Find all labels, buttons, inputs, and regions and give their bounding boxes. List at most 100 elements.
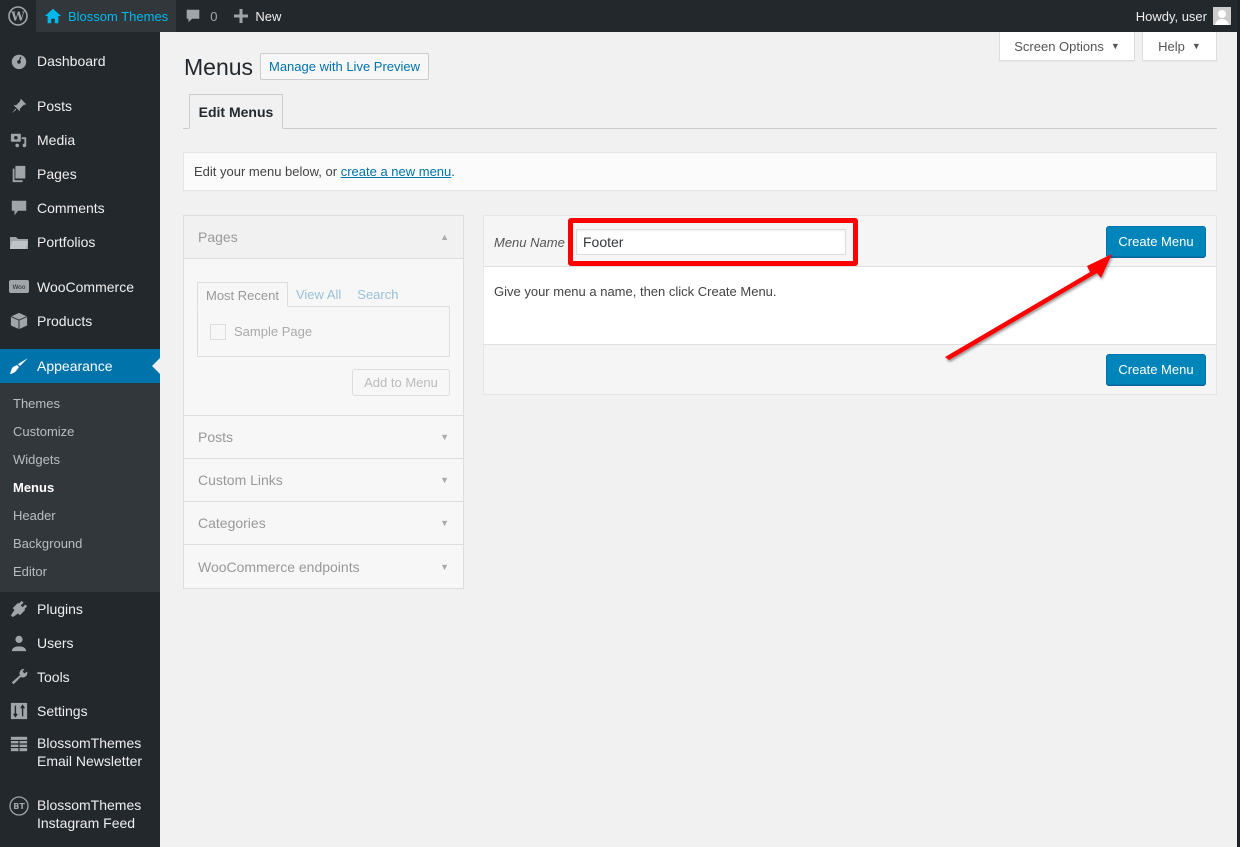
create-new-menu-link[interactable]: create a new menu: [341, 164, 452, 179]
caret-down-icon: ▼: [1191, 41, 1201, 51]
sidebar-label: WooCommerce: [37, 279, 134, 295]
accordion-title: Categories: [198, 515, 266, 531]
tab-most-recent[interactable]: Most Recent: [197, 282, 288, 307]
accordion-title: WooCommerce endpoints: [198, 558, 360, 575]
sidebar-item-email-newsletter[interactable]: BlossomThemes Email Newsletter: [0, 728, 160, 776]
sidebar-item-plugins[interactable]: Plugins: [0, 592, 160, 626]
menu-name-input[interactable]: [576, 229, 846, 255]
sidebar-item-users[interactable]: Users: [0, 626, 160, 660]
wordpress-logo-button[interactable]: W: [0, 0, 36, 32]
bt-icon: BT: [9, 796, 29, 816]
sidebar-label: Comments: [37, 200, 105, 216]
screen-options-button[interactable]: Screen Options ▼: [999, 32, 1135, 61]
menu-instructions: Give your menu a name, then click Create…: [494, 284, 777, 299]
sidebar-label: Posts: [37, 98, 73, 114]
svg-text:Woo: Woo: [13, 284, 26, 291]
sidebar-label: Products: [37, 313, 93, 329]
sidebar-item-dashboard[interactable]: Dashboard: [0, 44, 160, 78]
sidebar-item-instagram-feed[interactable]: BT BlossomThemes Instagram Feed: [0, 790, 160, 838]
submenu-item-customize[interactable]: Customize: [0, 418, 160, 446]
sidebar-item-tools[interactable]: Tools: [0, 660, 160, 694]
caret-up-icon: ▲: [440, 232, 449, 242]
create-menu-button-top[interactable]: Create Menu: [1106, 226, 1206, 257]
caret-down-icon: ▼: [440, 475, 449, 485]
sample-page-checkbox[interactable]: [210, 323, 226, 340]
caret-down-icon: ▼: [440, 518, 449, 528]
new-label: New: [255, 8, 282, 24]
create-menu-button-bottom[interactable]: Create Menu: [1106, 354, 1206, 385]
folder-icon: [9, 232, 29, 252]
submenu-item-menus[interactable]: Menus: [0, 474, 160, 502]
sidebar-label: Media: [37, 132, 76, 148]
pages-tabs: Most Recent View All Search: [197, 282, 406, 307]
sidebar-item-appearance[interactable]: Appearance: [0, 349, 160, 383]
help-button[interactable]: Help ▼: [1142, 32, 1217, 61]
user-icon: [9, 633, 29, 653]
submenu-item-widgets[interactable]: Widgets: [0, 446, 160, 474]
accordion-custom-links-header[interactable]: Custom Links ▼: [184, 459, 463, 502]
sidebar-label: Plugins: [37, 601, 83, 617]
wrench-icon: [9, 667, 29, 687]
sidebar-label: Settings: [37, 703, 88, 719]
pages-list-panel: Sample Page: [197, 306, 450, 357]
sidebar-item-settings[interactable]: Settings: [0, 694, 160, 728]
my-account-link[interactable]: Howdy, user: [1128, 0, 1237, 32]
accordion-woocommerce-endpoints-header[interactable]: WooCommerce endpoints ▼: [184, 545, 463, 588]
avatar: [1213, 7, 1231, 25]
sidebar-item-products[interactable]: Products: [0, 304, 160, 338]
accordion-posts-header[interactable]: Posts ▼: [184, 416, 463, 459]
sidebar-item-comments[interactable]: Comments: [0, 191, 160, 225]
sidebar-item-portfolios[interactable]: Portfolios: [0, 225, 160, 259]
screen-options-label: Screen Options: [1014, 38, 1104, 54]
accordion-pages-body: Most Recent View All Search Sample Page …: [184, 259, 463, 416]
help-label: Help: [1158, 38, 1185, 54]
caret-down-icon: ▼: [440, 561, 449, 572]
main-content: Screen Options ▼ Help ▼ Menus Manage wit…: [160, 32, 1237, 847]
admin-sidebar: Dashboard Posts Media Pages Comments Por…: [0, 32, 160, 847]
tab-view-all[interactable]: View All: [288, 282, 349, 307]
submenu-item-themes[interactable]: Themes: [0, 390, 160, 418]
sidebar-item-pages[interactable]: Pages: [0, 157, 160, 191]
accordion-title: Custom Links: [198, 472, 283, 488]
accordion-pages-header[interactable]: Pages ▲: [184, 216, 463, 259]
woo-icon: Woo: [9, 277, 29, 297]
sample-page-label: Sample Page: [234, 324, 313, 339]
plug-icon: [9, 599, 29, 619]
menu-edit-header: Menu Name Create Menu: [484, 216, 1216, 267]
comments-link[interactable]: 0: [176, 0, 225, 32]
pin-icon: [9, 96, 29, 116]
tab-search[interactable]: Search: [349, 282, 406, 307]
new-content-link[interactable]: New: [225, 0, 289, 32]
menu-edit-body: Give your menu a name, then click Create…: [484, 267, 1216, 344]
home-icon: [44, 8, 62, 24]
submenu-item-background[interactable]: Background: [0, 530, 160, 558]
sidebar-item-media[interactable]: Media: [0, 123, 160, 157]
accordion-title: Pages: [198, 229, 238, 245]
sidebar-item-posts[interactable]: Posts: [0, 89, 160, 123]
tab-edit-menus[interactable]: Edit Menus: [189, 94, 283, 129]
submenu-item-header[interactable]: Header: [0, 502, 160, 530]
brush-icon: [9, 356, 29, 376]
appearance-submenu: Themes Customize Widgets Menus Header Ba…: [0, 383, 160, 592]
svg-text:BT: BT: [13, 802, 25, 811]
sidebar-item-woocommerce[interactable]: Woo WooCommerce: [0, 270, 160, 304]
box-icon: [9, 311, 29, 331]
manage-menus-notice: Edit your menu below, or create a new me…: [183, 152, 1217, 191]
comments-count: 0: [210, 8, 218, 24]
howdy-text: Howdy, user: [1135, 8, 1207, 24]
submenu-item-editor[interactable]: Editor: [0, 558, 160, 586]
add-to-menu-button[interactable]: Add to Menu: [352, 369, 450, 396]
notice-text: Edit your menu below, or: [194, 164, 341, 179]
sidebar-label: Pages: [37, 166, 77, 182]
site-name-link[interactable]: Blossom Themes: [36, 0, 177, 32]
tab-wrapper-border: [183, 128, 1217, 129]
sidebar-label: Appearance: [37, 358, 113, 374]
pages-icon: [9, 164, 29, 184]
sidebar-label: Tools: [37, 669, 70, 685]
manage-live-preview-button[interactable]: Manage with Live Preview: [260, 53, 430, 80]
site-name: Blossom Themes: [68, 8, 169, 24]
wordpress-logo-icon: W: [8, 6, 28, 26]
comment-bubble-icon: [186, 9, 200, 23]
accordion-categories-header[interactable]: Categories ▼: [184, 502, 463, 545]
sidebar-label: Dashboard: [37, 53, 106, 69]
